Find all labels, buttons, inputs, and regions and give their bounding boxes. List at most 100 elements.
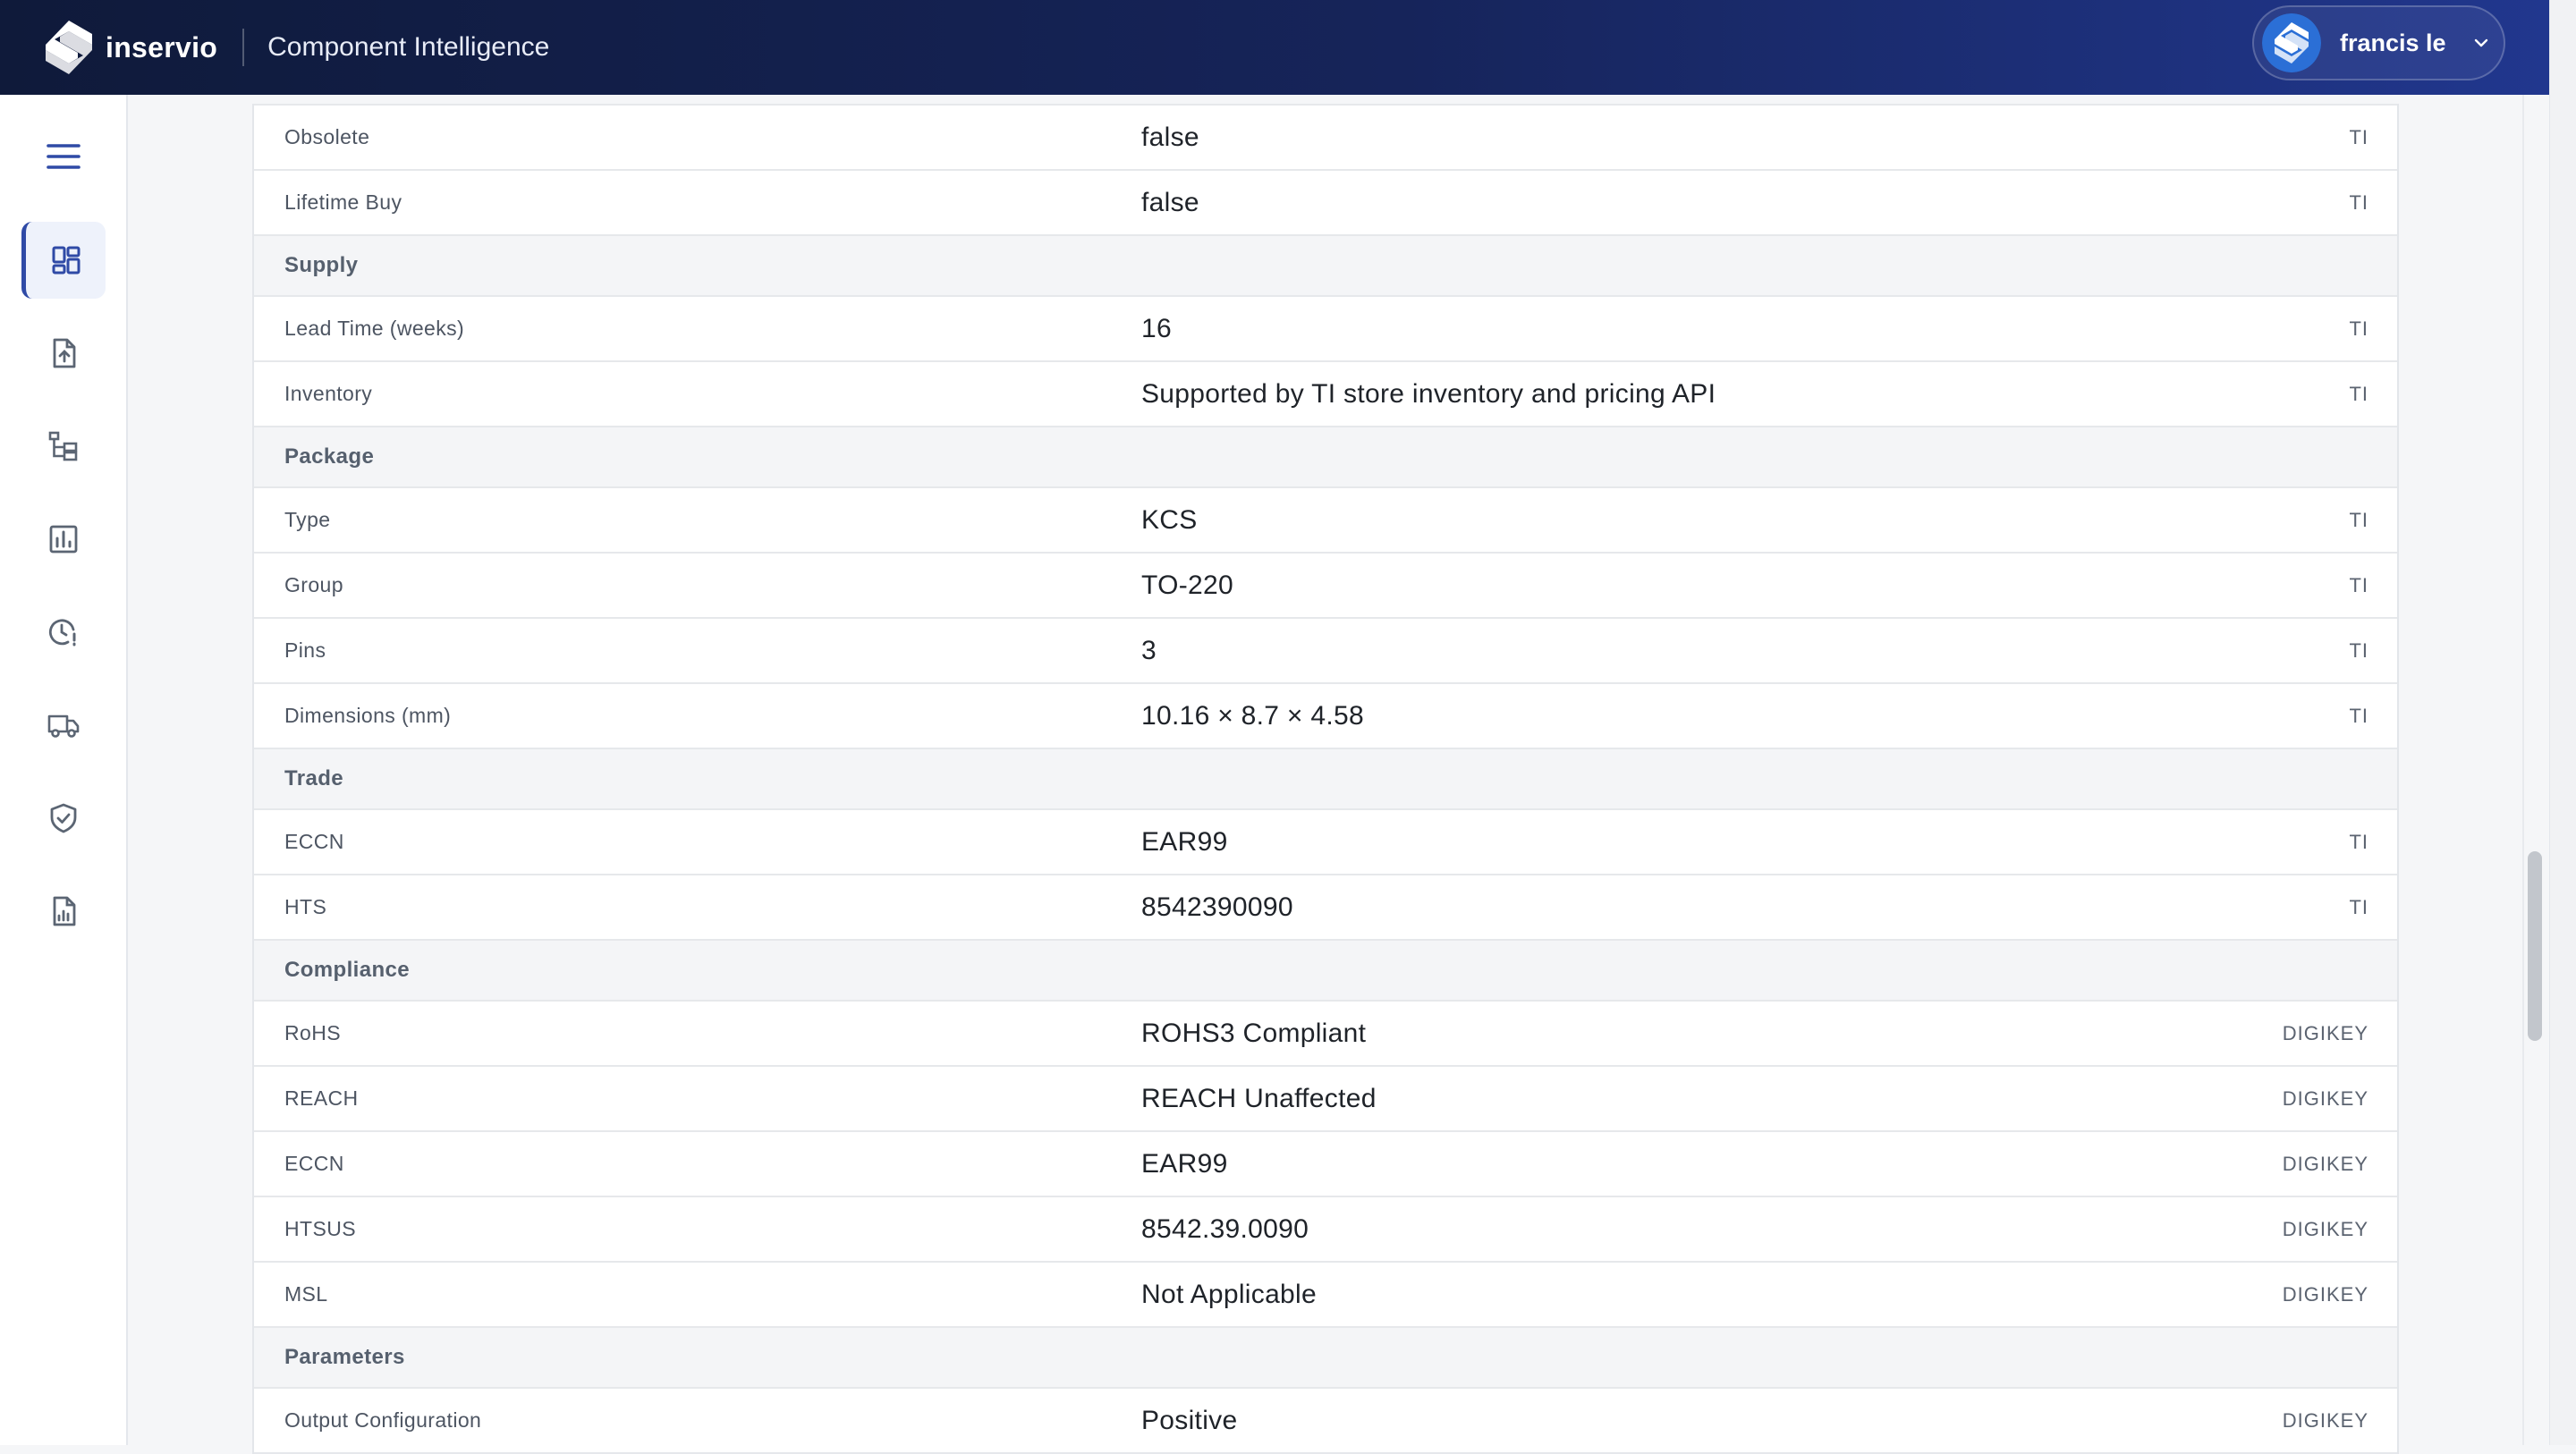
- content-divider: [2522, 95, 2524, 1445]
- source-badge: TI: [2349, 638, 2368, 662]
- attribute-label: ECCN: [284, 1152, 344, 1175]
- section-header: Supply: [254, 236, 2397, 297]
- source-badge: DIGIKEY: [2282, 1021, 2368, 1044]
- table-row: Output Configuration Positive DIGIKEY: [254, 1389, 2397, 1454]
- attribute-label: Type: [284, 508, 331, 531]
- attribute-value: TO-220: [1141, 570, 1233, 600]
- attribute-value: false: [1141, 122, 1199, 152]
- avatar: [2262, 13, 2321, 72]
- source-badge: TI: [2349, 508, 2368, 531]
- source-badge: TI: [2349, 895, 2368, 918]
- table-row: REACH REACH Unaffected DIGIKEY: [254, 1067, 2397, 1132]
- attribute-value: 3: [1141, 635, 1157, 665]
- source-badge: DIGIKEY: [2282, 1408, 2368, 1432]
- attribute-value: 16: [1141, 313, 1172, 343]
- table-row: Lead Time (weeks) 16 TI: [254, 297, 2397, 362]
- file-upload-icon: [53, 338, 76, 368]
- table-row: RoHS ROHS3 Compliant DIGIKEY: [254, 1002, 2397, 1067]
- clock-alert-icon: [48, 619, 76, 647]
- brand-name: inservio: [106, 30, 218, 63]
- attribute-label: Inventory: [284, 382, 373, 405]
- source-badge: DIGIKEY: [2282, 1282, 2368, 1306]
- bar-chart-icon: [49, 525, 78, 554]
- attribute-value: 8542390090: [1141, 892, 1293, 922]
- attribute-value: REACH Unaffected: [1141, 1083, 1377, 1113]
- scrollbar-track[interactable]: [2549, 0, 2576, 1445]
- sidebar: [0, 95, 128, 1445]
- table-row: HTSUS 8542.39.0090 DIGIKEY: [254, 1197, 2397, 1263]
- report-file-icon: [53, 896, 76, 926]
- attribute-label: RoHS: [284, 1021, 341, 1044]
- shield-check-icon: [50, 803, 77, 833]
- attribute-label: Output Configuration: [284, 1408, 482, 1432]
- attribute-label: MSL: [284, 1282, 328, 1306]
- source-badge: TI: [2349, 125, 2368, 148]
- attribute-value: 8542.39.0090: [1141, 1213, 1309, 1244]
- attribute-value: false: [1141, 187, 1199, 217]
- table-row: Type KCS TI: [254, 488, 2397, 554]
- hamburger-menu-icon[interactable]: [43, 136, 84, 177]
- nav-hierarchy[interactable]: [21, 408, 106, 485]
- source-badge: TI: [2349, 704, 2368, 727]
- truck-icon: [47, 714, 80, 738]
- table-row: ECCN EAR99 DIGIKEY: [254, 1132, 2397, 1197]
- source-badge: TI: [2349, 573, 2368, 596]
- table-row: Dimensions (mm) 10.16 × 8.7 × 4.58 TI: [254, 684, 2397, 749]
- component-attributes-table: Obsolete false TI Lifetime Buy false TI Supply…: [252, 104, 2399, 1454]
- source-badge: DIGIKEY: [2282, 1152, 2368, 1175]
- table-row: Group TO-220 TI: [254, 554, 2397, 619]
- section-title: Package: [284, 444, 375, 469]
- brand-divider: [242, 29, 245, 66]
- attribute-label: ECCN: [284, 830, 344, 853]
- section-title: Trade: [284, 766, 344, 790]
- attribute-label: HTSUS: [284, 1217, 356, 1240]
- top-app-bar: inservio Component Intelligence francis …: [0, 0, 2549, 95]
- source-badge: TI: [2349, 317, 2368, 340]
- table-row: MSL Not Applicable DIGIKEY: [254, 1263, 2397, 1328]
- nav-file-upload[interactable]: [21, 315, 106, 392]
- hierarchy-tree-icon: [48, 431, 78, 461]
- attribute-label: Obsolete: [284, 125, 370, 148]
- user-menu-button[interactable]: francis le: [2252, 5, 2505, 80]
- attribute-value: EAR99: [1141, 1148, 1228, 1179]
- attribute-value: KCS: [1141, 504, 1198, 535]
- attribute-value: Supported by TI store inventory and pric…: [1141, 378, 1716, 409]
- table-row: HTS 8542390090 TI: [254, 875, 2397, 941]
- attribute-value: Not Applicable: [1141, 1279, 1317, 1309]
- table-row: Obsolete false TI: [254, 106, 2397, 171]
- attribute-value: Positive: [1141, 1405, 1238, 1435]
- nav-compliance[interactable]: [21, 780, 106, 857]
- source-badge: DIGIKEY: [2282, 1086, 2368, 1110]
- section-header: Trade: [254, 749, 2397, 810]
- scrollbar-thumb[interactable]: [2528, 851, 2542, 1041]
- source-badge: TI: [2349, 382, 2368, 405]
- section-title: Supply: [284, 253, 359, 277]
- brand[interactable]: inservio: [41, 18, 217, 77]
- nav-reports[interactable]: [21, 873, 106, 950]
- app-title: Component Intelligence: [267, 32, 550, 62]
- source-badge: TI: [2349, 190, 2368, 214]
- inservio-logo-icon: [46, 21, 92, 74]
- table-row: ECCN EAR99 TI: [254, 810, 2397, 875]
- user-name: francis le: [2340, 29, 2446, 56]
- table-row: Lifetime Buy false TI: [254, 171, 2397, 236]
- attribute-label: Lifetime Buy: [284, 190, 402, 214]
- section-header: Package: [254, 427, 2397, 488]
- attribute-label: HTS: [284, 895, 327, 918]
- table-row: Pins 3 TI: [254, 619, 2397, 684]
- attribute-label: Dimensions (mm): [284, 704, 452, 727]
- attribute-label: Pins: [284, 638, 326, 662]
- source-badge: TI: [2349, 830, 2368, 853]
- attribute-label: Lead Time (weeks): [284, 317, 465, 340]
- section-title: Compliance: [284, 958, 411, 982]
- nav-shipping[interactable]: [21, 687, 106, 764]
- section-title: Parameters: [284, 1345, 405, 1369]
- attribute-value: 10.16 × 8.7 × 4.58: [1141, 700, 1364, 731]
- attribute-value: ROHS3 Compliant: [1141, 1018, 1367, 1048]
- attribute-label: Group: [284, 573, 343, 596]
- nav-dashboard[interactable]: [21, 222, 106, 299]
- nav-alerts[interactable]: [21, 594, 106, 671]
- chevron-down-icon: [2474, 38, 2487, 47]
- nav-analytics[interactable]: [21, 501, 106, 578]
- table-row: Inventory Supported by TI store inventory…: [254, 362, 2397, 427]
